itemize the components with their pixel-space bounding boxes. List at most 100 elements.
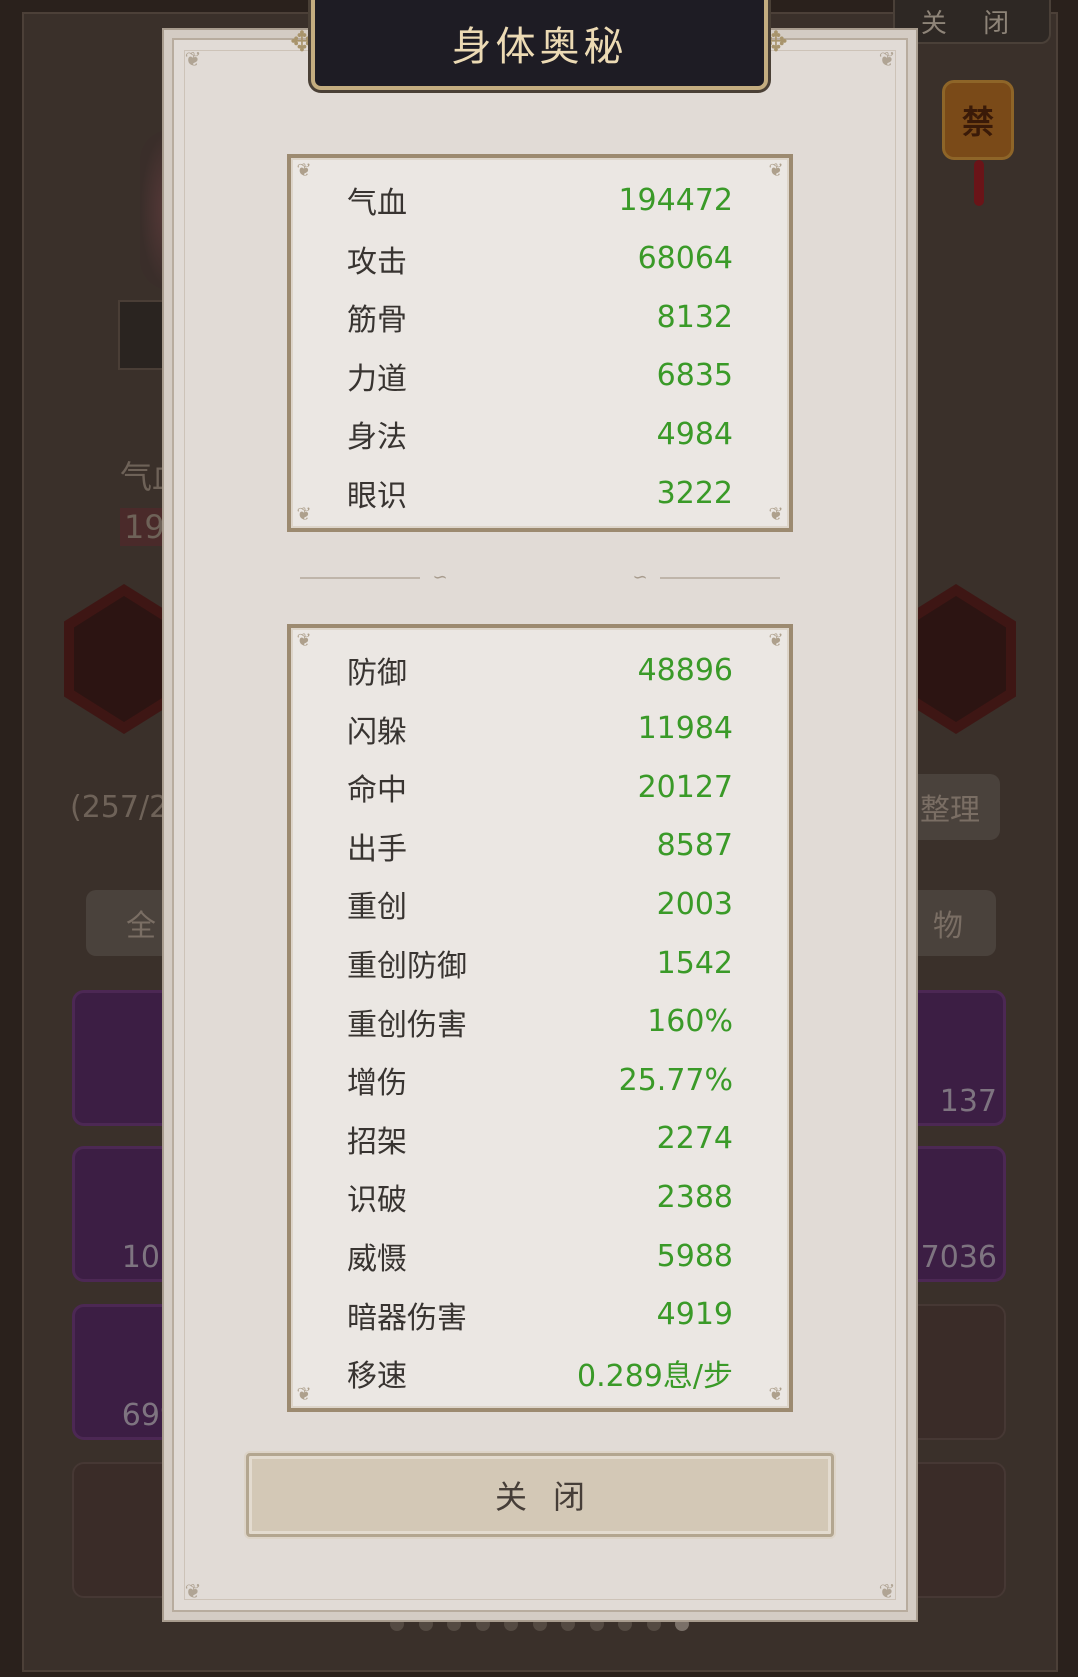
page-dot — [447, 1617, 461, 1631]
stat-row: 移速 0.289息/步 — [347, 1353, 733, 1395]
stat-value: 2274 — [656, 1121, 733, 1157]
organize-button: 整理 — [900, 774, 1000, 840]
primary-stats-panel: ❦ ❦ ❦ ❦ 气血 194472 攻击 68064 筋骨 8132 力道 6835 身法 498… — [287, 154, 793, 532]
stat-label: 重创 — [347, 890, 407, 926]
stat-label: 威慑 — [347, 1242, 407, 1277]
page-dot — [475, 1617, 490, 1631]
inventory-slot: 699 — [72, 1304, 188, 1440]
stat-value: 48896 — [637, 652, 733, 688]
stat-value: 5988 — [656, 1238, 733, 1274]
corner-ornament-icon: ❦ — [768, 630, 784, 651]
stat-label: 重创伤害 — [347, 1007, 467, 1043]
stat-label: 招架 — [347, 1124, 407, 1160]
stat-value: 25.77% — [618, 1062, 733, 1098]
page-dot — [561, 1617, 575, 1631]
stat-row: 暗器伤害 4919 — [347, 1295, 733, 1336]
stat-value: 160% — [647, 1004, 733, 1040]
stat-row: 增伤 25.77% — [347, 1060, 733, 1102]
stat-row: 筋骨 8132 — [347, 297, 733, 339]
divider-ornament-icon: ∽ — [632, 567, 648, 588]
inventory-capacity: (257/26 — [70, 790, 188, 825]
corner-ornament-icon: ❦ — [296, 1384, 312, 1405]
page-dot — [504, 1617, 518, 1631]
stat-label: 增伤 — [347, 1066, 407, 1102]
stat-row: 重创防御 1542 — [347, 943, 733, 985]
stat-value: 194472 — [618, 182, 733, 218]
stat-label: 筋骨 — [347, 303, 407, 339]
stat-value: 4984 — [656, 416, 733, 452]
stat-label: 移速 — [347, 1359, 407, 1395]
stat-row: 命中 20127 — [347, 767, 733, 809]
stat-row: 力道 6835 — [347, 356, 733, 397]
stat-row: 气血 194472 — [347, 180, 733, 222]
corner-ornament-icon: ❦ — [878, 1579, 896, 1603]
stat-row: 攻击 68064 — [347, 239, 733, 280]
stat-value: 6835 — [656, 358, 733, 394]
stat-label: 防御 — [347, 656, 407, 691]
page-dot — [618, 1617, 632, 1631]
stat-label: 重创防御 — [347, 949, 467, 984]
divider-ornament-icon: ∽ — [432, 567, 448, 588]
stat-value: 11984 — [637, 711, 733, 747]
close-button[interactable]: 关闭 — [246, 1453, 834, 1537]
background-close-button: 关 闭 — [893, 0, 1051, 44]
corner-ornament-icon: ❦ — [296, 504, 312, 525]
section-divider: ∽ ∽ — [300, 568, 780, 588]
stat-value: 8132 — [656, 299, 733, 335]
page-dot — [390, 1617, 404, 1631]
stat-row: 招架 2274 — [347, 1119, 733, 1160]
corner-ornament-icon: ❦ — [768, 504, 784, 525]
stat-value: 8587 — [656, 828, 733, 864]
stat-label: 眼识 — [347, 479, 407, 514]
stat-label: 力道 — [347, 361, 407, 397]
stat-value: 20127 — [637, 769, 733, 805]
stat-value: 3222 — [656, 475, 733, 511]
page-dot — [675, 1617, 689, 1631]
stat-row: 眼识 3222 — [347, 473, 733, 515]
stat-label: 身法 — [347, 420, 407, 456]
stat-label: 命中 — [347, 773, 407, 809]
corner-ornament-icon: ❦ — [296, 160, 312, 181]
stat-row: 防御 48896 — [347, 650, 733, 692]
stat-row: 重创 2003 — [347, 884, 733, 926]
inventory-slot — [72, 990, 188, 1126]
stat-row: 识破 2388 — [347, 1177, 733, 1219]
stat-row: 出手 8587 — [347, 826, 733, 867]
page-dot — [646, 1617, 661, 1631]
stat-label: 气血 — [347, 186, 407, 221]
close-button-label: 关闭 — [494, 1478, 611, 1516]
page-dot — [418, 1617, 433, 1631]
stat-value: 2388 — [656, 1179, 733, 1215]
secondary-stats-panel: ❦ ❦ ❦ ❦ 防御 48896 闪躲 11984 命中 20127 出手 8587 重创 200… — [287, 624, 793, 1412]
stat-row: 闪躲 11984 — [347, 709, 733, 750]
filter-items-button: 物 — [900, 890, 996, 956]
stat-row: 威慑 5988 — [347, 1236, 733, 1278]
stat-value: 68064 — [637, 241, 733, 277]
background-ornament — [118, 300, 174, 370]
inventory-slot: 107 — [72, 1146, 188, 1282]
page-dot — [589, 1617, 604, 1631]
corner-ornament-icon: ❦ — [768, 1384, 784, 1405]
inventory-slot-empty — [72, 1462, 188, 1598]
corner-ornament-icon: ❦ — [878, 47, 896, 71]
corner-ornament-icon: ❦ — [296, 630, 312, 651]
stat-row: 重创伤害 160% — [347, 1002, 733, 1043]
stat-value: 2003 — [656, 886, 733, 922]
page-dot — [532, 1617, 547, 1631]
stat-label: 闪躲 — [347, 714, 407, 750]
talisman-tassel — [974, 160, 984, 206]
corner-ornament-icon: ❦ — [184, 1579, 202, 1603]
stat-value: 1542 — [656, 945, 733, 981]
stat-value: 4919 — [656, 1297, 733, 1333]
talisman-icon: 禁 — [942, 80, 1014, 160]
stat-row: 身法 4984 — [347, 414, 733, 456]
stat-label: 攻击 — [347, 244, 407, 280]
dialog-title-plate: 身体奥秘 — [311, 0, 768, 90]
corner-ornament-icon: ❦ — [184, 47, 202, 71]
stat-value: 0.289息/步 — [577, 1359, 733, 1395]
stat-label: 识破 — [347, 1183, 407, 1219]
stat-label: 出手 — [347, 831, 407, 867]
corner-ornament-icon: ❦ — [768, 160, 784, 181]
stat-label: 暗器伤害 — [347, 1300, 467, 1336]
dialog-title: 身体奥秘 — [451, 24, 628, 70]
